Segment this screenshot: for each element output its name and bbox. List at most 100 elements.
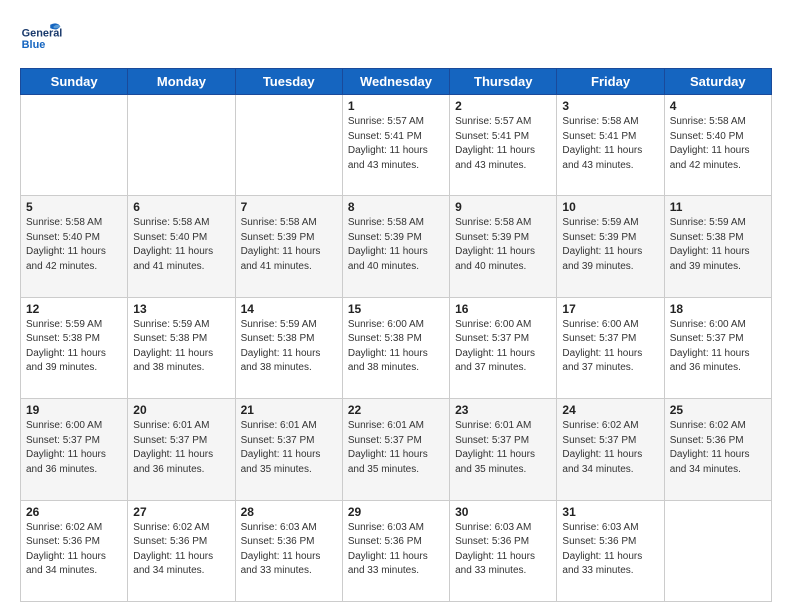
logo: General Blue bbox=[20, 18, 62, 60]
calendar-day-header: Sunday bbox=[21, 69, 128, 95]
day-number: 13 bbox=[133, 302, 229, 316]
day-number: 11 bbox=[670, 200, 766, 214]
calendar-cell: 26 Sunrise: 6:02 AM Sunset: 5:36 PM Dayli… bbox=[21, 500, 128, 601]
calendar-cell: 27 Sunrise: 6:02 AM Sunset: 5:36 PM Dayli… bbox=[128, 500, 235, 601]
day-number: 27 bbox=[133, 505, 229, 519]
calendar-cell: 25 Sunrise: 6:02 AM Sunset: 5:36 PM Dayli… bbox=[664, 399, 771, 500]
cell-info: Sunrise: 5:59 AM Sunset: 5:38 PM Dayligh… bbox=[241, 318, 337, 376]
cell-info: Sunrise: 6:01 AM Sunset: 5:37 PM Dayligh… bbox=[241, 419, 337, 477]
calendar-week-row: 12 Sunrise: 5:59 AM Sunset: 5:38 PM Dayli… bbox=[21, 297, 772, 398]
calendar-cell bbox=[664, 500, 771, 601]
calendar-cell: 20 Sunrise: 6:01 AM Sunset: 5:37 PM Dayli… bbox=[128, 399, 235, 500]
day-number: 30 bbox=[455, 505, 551, 519]
calendar-day-header: Thursday bbox=[450, 69, 557, 95]
cell-info: Sunrise: 6:00 AM Sunset: 5:37 PM Dayligh… bbox=[562, 318, 658, 376]
calendar-cell: 13 Sunrise: 5:59 AM Sunset: 5:38 PM Dayli… bbox=[128, 297, 235, 398]
cell-info: Sunrise: 6:00 AM Sunset: 5:37 PM Dayligh… bbox=[455, 318, 551, 376]
day-number: 3 bbox=[562, 99, 658, 113]
calendar-day-header: Tuesday bbox=[235, 69, 342, 95]
cell-info: Sunrise: 5:58 AM Sunset: 5:40 PM Dayligh… bbox=[26, 216, 122, 274]
calendar-cell bbox=[128, 95, 235, 196]
cell-info: Sunrise: 5:57 AM Sunset: 5:41 PM Dayligh… bbox=[455, 115, 551, 173]
cell-info: Sunrise: 5:59 AM Sunset: 5:38 PM Dayligh… bbox=[133, 318, 229, 376]
svg-text:Blue: Blue bbox=[22, 39, 46, 51]
calendar-cell: 11 Sunrise: 5:59 AM Sunset: 5:38 PM Dayli… bbox=[664, 196, 771, 297]
day-number: 8 bbox=[348, 200, 444, 214]
cell-info: Sunrise: 6:02 AM Sunset: 5:36 PM Dayligh… bbox=[133, 521, 229, 579]
calendar-table: SundayMondayTuesdayWednesdayThursdayFrid… bbox=[20, 68, 772, 602]
calendar-cell: 29Sunrise: 6:03 AM Sunset: 5:36 PM Dayli… bbox=[342, 500, 449, 601]
calendar-week-row: 19 Sunrise: 6:00 AM Sunset: 5:37 PM Dayli… bbox=[21, 399, 772, 500]
day-number: 26 bbox=[26, 505, 122, 519]
calendar-cell: 5Sunrise: 5:58 AM Sunset: 5:40 PM Daylig… bbox=[21, 196, 128, 297]
calendar-cell: 7 Sunrise: 5:58 AM Sunset: 5:39 PM Daylig… bbox=[235, 196, 342, 297]
cell-info: Sunrise: 6:02 AM Sunset: 5:36 PM Dayligh… bbox=[670, 419, 766, 477]
day-number: 24 bbox=[562, 403, 658, 417]
day-number: 10 bbox=[562, 200, 658, 214]
day-number: 2 bbox=[455, 99, 551, 113]
cell-info: Sunrise: 5:59 AM Sunset: 5:39 PM Dayligh… bbox=[562, 216, 658, 274]
calendar-cell: 23Sunrise: 6:01 AM Sunset: 5:37 PM Dayli… bbox=[450, 399, 557, 500]
cell-info: Sunrise: 6:03 AM Sunset: 5:36 PM Dayligh… bbox=[455, 521, 551, 579]
calendar-cell: 8 Sunrise: 5:58 AM Sunset: 5:39 PM Daylig… bbox=[342, 196, 449, 297]
day-number: 21 bbox=[241, 403, 337, 417]
calendar-day-header: Monday bbox=[128, 69, 235, 95]
calendar-cell: 22Sunrise: 6:01 AM Sunset: 5:37 PM Dayli… bbox=[342, 399, 449, 500]
day-number: 7 bbox=[241, 200, 337, 214]
calendar-cell: 12 Sunrise: 5:59 AM Sunset: 5:38 PM Dayli… bbox=[21, 297, 128, 398]
calendar-cell: 16Sunrise: 6:00 AM Sunset: 5:37 PM Dayli… bbox=[450, 297, 557, 398]
calendar-week-row: 1 Sunrise: 5:57 AM Sunset: 5:41 PM Daylig… bbox=[21, 95, 772, 196]
cell-info: Sunrise: 6:00 AM Sunset: 5:37 PM Dayligh… bbox=[26, 419, 122, 477]
day-number: 15 bbox=[348, 302, 444, 316]
calendar-cell: 19 Sunrise: 6:00 AM Sunset: 5:37 PM Dayli… bbox=[21, 399, 128, 500]
day-number: 4 bbox=[670, 99, 766, 113]
calendar-cell: 14Sunrise: 5:59 AM Sunset: 5:38 PM Dayli… bbox=[235, 297, 342, 398]
day-number: 9 bbox=[455, 200, 551, 214]
cell-info: Sunrise: 6:00 AM Sunset: 5:37 PM Dayligh… bbox=[670, 318, 766, 376]
day-number: 19 bbox=[26, 403, 122, 417]
calendar-day-header: Wednesday bbox=[342, 69, 449, 95]
day-number: 25 bbox=[670, 403, 766, 417]
page: General Blue SundayMondayTuesdayWednesda… bbox=[0, 0, 792, 612]
day-number: 17 bbox=[562, 302, 658, 316]
cell-info: Sunrise: 5:58 AM Sunset: 5:39 PM Dayligh… bbox=[455, 216, 551, 274]
cell-info: Sunrise: 5:58 AM Sunset: 5:40 PM Dayligh… bbox=[133, 216, 229, 274]
day-number: 1 bbox=[348, 99, 444, 113]
cell-info: Sunrise: 5:58 AM Sunset: 5:39 PM Dayligh… bbox=[241, 216, 337, 274]
calendar-cell: 10 Sunrise: 5:59 AM Sunset: 5:39 PM Dayli… bbox=[557, 196, 664, 297]
cell-info: Sunrise: 6:02 AM Sunset: 5:36 PM Dayligh… bbox=[26, 521, 122, 579]
logo-icon: General Blue bbox=[20, 18, 62, 60]
day-number: 12 bbox=[26, 302, 122, 316]
calendar-week-row: 5Sunrise: 5:58 AM Sunset: 5:40 PM Daylig… bbox=[21, 196, 772, 297]
calendar-cell: 31Sunrise: 6:03 AM Sunset: 5:36 PM Dayli… bbox=[557, 500, 664, 601]
day-number: 18 bbox=[670, 302, 766, 316]
cell-info: Sunrise: 6:03 AM Sunset: 5:36 PM Dayligh… bbox=[562, 521, 658, 579]
calendar-cell: 3 Sunrise: 5:58 AM Sunset: 5:41 PM Daylig… bbox=[557, 95, 664, 196]
top-section: General Blue bbox=[20, 18, 772, 60]
calendar-cell: 28Sunrise: 6:03 AM Sunset: 5:36 PM Dayli… bbox=[235, 500, 342, 601]
calendar-cell bbox=[21, 95, 128, 196]
cell-info: Sunrise: 6:01 AM Sunset: 5:37 PM Dayligh… bbox=[455, 419, 551, 477]
cell-info: Sunrise: 5:58 AM Sunset: 5:41 PM Dayligh… bbox=[562, 115, 658, 173]
calendar-cell: 1 Sunrise: 5:57 AM Sunset: 5:41 PM Daylig… bbox=[342, 95, 449, 196]
calendar-cell: 18 Sunrise: 6:00 AM Sunset: 5:37 PM Dayli… bbox=[664, 297, 771, 398]
calendar-header-row: SundayMondayTuesdayWednesdayThursdayFrid… bbox=[21, 69, 772, 95]
calendar-cell: 2 Sunrise: 5:57 AM Sunset: 5:41 PM Daylig… bbox=[450, 95, 557, 196]
cell-info: Sunrise: 5:59 AM Sunset: 5:38 PM Dayligh… bbox=[26, 318, 122, 376]
day-number: 20 bbox=[133, 403, 229, 417]
calendar-cell: 6Sunrise: 5:58 AM Sunset: 5:40 PM Daylig… bbox=[128, 196, 235, 297]
cell-info: Sunrise: 5:58 AM Sunset: 5:40 PM Dayligh… bbox=[670, 115, 766, 173]
cell-info: Sunrise: 5:58 AM Sunset: 5:39 PM Dayligh… bbox=[348, 216, 444, 274]
calendar-day-header: Friday bbox=[557, 69, 664, 95]
calendar-cell: 21 Sunrise: 6:01 AM Sunset: 5:37 PM Dayli… bbox=[235, 399, 342, 500]
cell-info: Sunrise: 6:02 AM Sunset: 5:37 PM Dayligh… bbox=[562, 419, 658, 477]
calendar-cell: 9 Sunrise: 5:58 AM Sunset: 5:39 PM Daylig… bbox=[450, 196, 557, 297]
calendar-day-header: Saturday bbox=[664, 69, 771, 95]
cell-info: Sunrise: 6:01 AM Sunset: 5:37 PM Dayligh… bbox=[133, 419, 229, 477]
calendar-week-row: 26 Sunrise: 6:02 AM Sunset: 5:36 PM Dayli… bbox=[21, 500, 772, 601]
cell-info: Sunrise: 5:59 AM Sunset: 5:38 PM Dayligh… bbox=[670, 216, 766, 274]
cell-info: Sunrise: 5:57 AM Sunset: 5:41 PM Dayligh… bbox=[348, 115, 444, 173]
cell-info: Sunrise: 6:03 AM Sunset: 5:36 PM Dayligh… bbox=[241, 521, 337, 579]
calendar-cell: 24 Sunrise: 6:02 AM Sunset: 5:37 PM Dayli… bbox=[557, 399, 664, 500]
cell-info: Sunrise: 6:03 AM Sunset: 5:36 PM Dayligh… bbox=[348, 521, 444, 579]
